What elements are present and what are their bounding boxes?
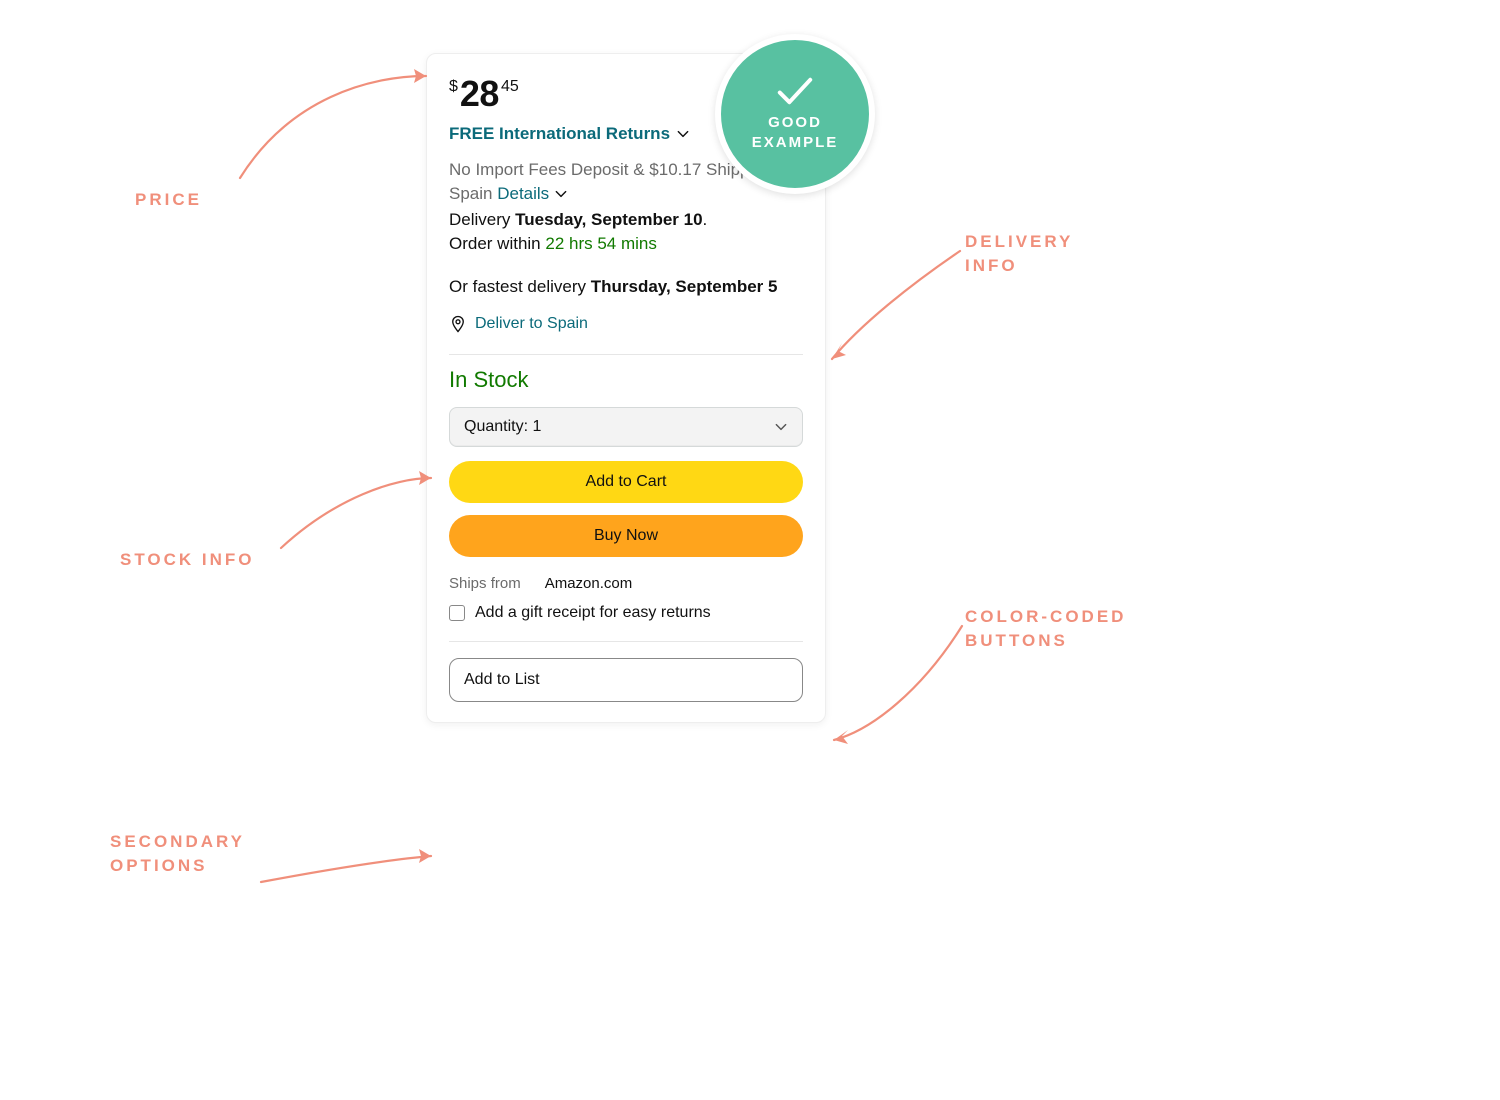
buy-now-button[interactable]: Buy Now xyxy=(449,515,803,557)
fastest-delivery-line: Or fastest delivery Thursday, September … xyxy=(449,275,803,299)
delivery-label: Delivery xyxy=(449,210,510,229)
chevron-down-icon xyxy=(554,187,568,201)
gift-receipt-row: Add a gift receipt for easy returns xyxy=(449,602,803,624)
annotation-buttons: COLOR-CODED BUTTONS xyxy=(965,605,1126,653)
chevron-down-icon xyxy=(676,127,690,141)
arrow-price xyxy=(230,58,440,188)
annotation-secondary: SECONDARY OPTIONS xyxy=(110,830,245,878)
chevron-down-icon xyxy=(774,420,788,434)
check-icon xyxy=(775,75,815,107)
quantity-select[interactable]: Quantity: 1 xyxy=(449,407,803,447)
deliver-to-link[interactable]: Deliver to Spain xyxy=(449,315,588,333)
order-countdown: 22 hrs 54 mins xyxy=(545,234,657,253)
badge-line2: EXAMPLE xyxy=(752,134,839,151)
free-returns-label: FREE International Returns xyxy=(449,124,670,144)
fastest-prefix: Or fastest delivery xyxy=(449,277,586,296)
arrow-stock xyxy=(275,458,445,558)
annotation-price: PRICE xyxy=(135,188,202,212)
arrow-secondary xyxy=(255,840,445,900)
good-example-badge: GOOD EXAMPLE xyxy=(715,34,875,194)
free-returns-link[interactable]: FREE International Returns xyxy=(449,124,690,144)
gift-receipt-label: Add a gift receipt for easy returns xyxy=(475,602,711,624)
ships-from-value: Amazon.com xyxy=(545,575,633,592)
diagram-stage: $ 28 45 FREE International Returns No Im… xyxy=(110,20,1390,1040)
stock-status: In Stock xyxy=(449,367,803,393)
order-within-label: Order within xyxy=(449,234,541,253)
price-currency: $ xyxy=(449,79,458,95)
add-to-cart-button[interactable]: Add to Cart xyxy=(449,461,803,503)
quantity-label: Quantity: xyxy=(464,418,528,435)
badge-line1: GOOD xyxy=(768,114,822,131)
divider xyxy=(449,641,803,642)
divider xyxy=(449,354,803,355)
annotation-stock: STOCK INFO xyxy=(120,548,255,572)
location-pin-icon xyxy=(449,315,467,333)
quantity-value: 1 xyxy=(532,418,541,435)
price-whole: 28 xyxy=(460,76,499,112)
price-cents: 45 xyxy=(501,79,519,95)
gift-receipt-checkbox[interactable] xyxy=(449,605,465,621)
annotation-delivery: DELIVERY INFO xyxy=(965,230,1073,278)
badge-text: GOOD EXAMPLE xyxy=(752,113,839,154)
ships-from-label: Ships from xyxy=(449,575,521,592)
add-to-list-button[interactable]: Add to List xyxy=(449,658,803,702)
quantity-text: Quantity: 1 xyxy=(464,418,541,436)
fees-details-link[interactable]: Details xyxy=(497,184,549,203)
delivery-line: Delivery Tuesday, September 10. Order wi… xyxy=(449,208,803,257)
ships-from-row: Ships from Amazon.com xyxy=(449,575,803,592)
fastest-date: Thursday, September 5 xyxy=(591,277,778,296)
delivery-date: Tuesday, September 10 xyxy=(515,210,702,229)
deliver-to-label: Deliver to Spain xyxy=(475,315,588,333)
